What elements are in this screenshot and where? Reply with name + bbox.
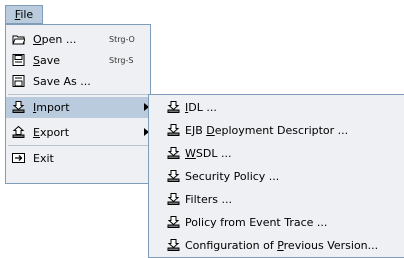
import-icon [167, 147, 180, 159]
import-icon [12, 101, 25, 113]
wsdl-label: WSDL ... [185, 147, 232, 160]
open-accelerator: Strg-O [109, 35, 135, 44]
export-icon [12, 126, 25, 138]
filters-label: Filters ... [185, 193, 232, 206]
menu-item-policy-from-event-trace[interactable]: Policy from Event Trace ... [149, 212, 404, 233]
menu-item-exit[interactable]: Exit [6, 148, 150, 169]
exit-label: Exit [33, 152, 54, 165]
menu-item-save-as[interactable]: Save As ... [6, 71, 150, 92]
menu-item-config-previous-version[interactable]: Configuration of Previous Version... [149, 235, 404, 256]
save-label: Save [33, 54, 61, 67]
open-label: Open ... [33, 33, 77, 46]
import-icon [167, 239, 180, 251]
menu-item-export[interactable]: Export [6, 122, 150, 143]
import-icon [167, 124, 180, 136]
menu-item-wsdl[interactable]: WSDL ... [149, 143, 404, 164]
import-icon [167, 170, 180, 182]
exit-icon [12, 153, 25, 163]
separator [8, 94, 148, 95]
policy-from-event-trace-label: Policy from Event Trace ... [185, 216, 328, 229]
menu-file-label: File [14, 8, 34, 21]
menu-file[interactable]: File [5, 5, 43, 24]
menu-item-security-policy[interactable]: Security Policy ... [149, 166, 404, 187]
menu-item-ejb-descriptor[interactable]: EJB Deployment Descriptor ... [149, 120, 404, 141]
menu-item-import[interactable]: Import [6, 97, 150, 118]
menu-item-open[interactable]: Open ... Strg-O [6, 29, 150, 50]
config-previous-version-label: Configuration of Previous Version... [185, 239, 379, 252]
import-label: Import [33, 101, 70, 114]
import-submenu: IDL ... EJB Deployment Descriptor ... WS… [148, 94, 404, 258]
ejb-label: EJB Deployment Descriptor ... [185, 124, 349, 137]
import-icon [167, 101, 180, 113]
file-menu: Open ... Strg-O Save Strg-S Save As ... … [5, 24, 151, 184]
security-policy-label: Security Policy ... [185, 170, 280, 183]
menu-item-filters[interactable]: Filters ... [149, 189, 404, 210]
save-accelerator: Strg-S [109, 56, 134, 65]
import-icon [167, 193, 180, 205]
open-folder-icon [12, 35, 25, 45]
save-as-icon [12, 75, 25, 87]
menu-item-save[interactable]: Save Strg-S [6, 50, 150, 71]
menu-item-idl[interactable]: IDL ... [149, 97, 404, 118]
export-label: Export [33, 126, 70, 139]
idl-label: IDL ... [185, 101, 217, 114]
save-as-label: Save As ... [33, 75, 91, 88]
separator [8, 145, 148, 146]
import-icon [167, 216, 180, 228]
save-disk-icon [12, 54, 25, 66]
